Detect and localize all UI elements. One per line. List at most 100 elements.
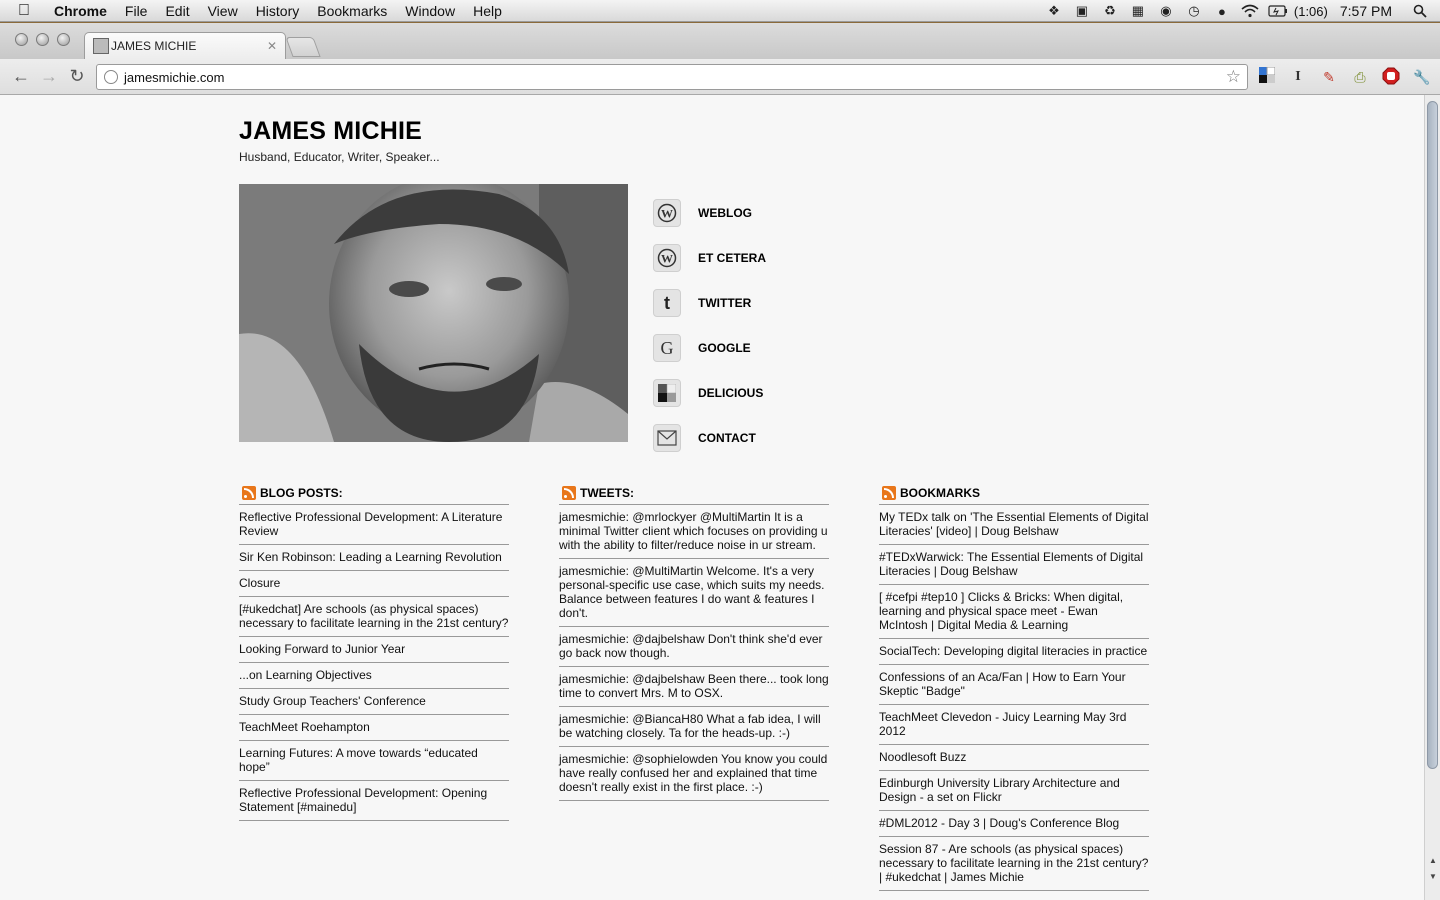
rss-feed-icon[interactable] — [562, 485, 576, 500]
blog-post-item[interactable]: Reflective Professional Development: A L… — [239, 505, 509, 545]
wifi-icon[interactable] — [1240, 3, 1260, 19]
lock-icon[interactable]: ● — [1212, 3, 1232, 19]
browser-toolbar: ← → ↻ jamesmichie.com ☆ I ✎ ⎙ 🔧 — [0, 59, 1440, 95]
menu-window[interactable]: Window — [396, 0, 464, 22]
tweet-item[interactable]: jamesmichie: @dajbelshaw Been there... t… — [559, 667, 829, 707]
blog-post-item[interactable]: Sir Ken Robinson: Leading a Learning Rev… — [239, 545, 509, 571]
apple-menu-icon[interactable]:  — [0, 2, 48, 20]
wrench-settings-icon[interactable]: 🔧 — [1412, 67, 1432, 87]
bookmark-item[interactable]: #TEDxWarwick: The Essential Elements of … — [879, 545, 1149, 585]
tab-close-icon[interactable]: ✕ — [267, 39, 277, 53]
bookmarks-column: BOOKMARKS My TEDx talk on 'The Essential… — [879, 481, 1149, 891]
wordpress-icon: W — [653, 198, 681, 227]
extension-pen-icon[interactable]: ✎ — [1319, 67, 1339, 87]
forward-arrow-icon[interactable]: → — [38, 65, 60, 87]
link-delicious[interactable]: DELICIOUS — [653, 370, 766, 415]
profile-photo — [239, 184, 628, 442]
svg-text:t: t — [664, 293, 670, 313]
blog-posts-column: BLOG POSTS: Reflective Professional Deve… — [239, 481, 509, 821]
page-scrollbar[interactable]: ▲ ▼ — [1424, 95, 1440, 900]
bookmark-item[interactable]: TeachMeet Clevedon - Juicy Learning May … — [879, 705, 1149, 745]
site-title[interactable]: JAMES MICHIE — [239, 117, 422, 146]
blog-post-item[interactable]: [#ukedchat] Are schools (as physical spa… — [239, 597, 509, 637]
window-close-button[interactable] — [15, 33, 28, 46]
tweet-item[interactable]: jamesmichie: @BiancaH80 What a fab idea,… — [559, 707, 829, 747]
broom-icon[interactable]: ♻ — [1100, 3, 1120, 19]
link-twitter[interactable]: t TWITTER — [653, 280, 766, 325]
menu-help[interactable]: Help — [464, 0, 511, 22]
blog-posts-header: BLOG POSTS: — [239, 481, 509, 505]
blog-post-item[interactable]: Closure — [239, 571, 509, 597]
tweets-column: TWEETS: jamesmichie: @mrlockyer @MultiMa… — [559, 481, 829, 801]
bookmark-star-icon[interactable]: ☆ — [1226, 67, 1241, 87]
drive-icon[interactable]: ◉ — [1156, 3, 1176, 19]
wordpress-icon: W — [653, 243, 681, 272]
tweet-item[interactable]: jamesmichie: @mrlockyer @MultiMartin It … — [559, 505, 829, 559]
blog-post-item[interactable]: Learning Futures: A move towards “educat… — [239, 741, 509, 781]
bookmark-item[interactable]: #DML2012 - Day 3 | Doug's Conference Blo… — [879, 811, 1149, 837]
blog-post-item[interactable]: Study Group Teachers' Conference — [239, 689, 509, 715]
rss-feed-icon[interactable] — [882, 485, 896, 500]
page-viewport: JAMES MICHIE Husband, Educator, Writer, … — [4, 95, 1424, 900]
display-icon[interactable]: ▣ — [1072, 3, 1092, 19]
scroll-up-arrow-icon[interactable]: ▲ — [1427, 855, 1439, 867]
scrollbar-thumb[interactable] — [1427, 101, 1438, 769]
blog-post-item[interactable]: Reflective Professional Development: Ope… — [239, 781, 509, 821]
menu-view[interactable]: View — [199, 0, 247, 22]
address-url[interactable]: jamesmichie.com — [124, 70, 224, 85]
envelope-icon — [653, 423, 681, 452]
menu-history[interactable]: History — [247, 0, 309, 22]
window-zoom-button[interactable] — [57, 33, 70, 46]
bookmark-item[interactable]: [ #cefpi #tep10 ] Clicks & Bricks: When … — [879, 585, 1149, 639]
link-weblog[interactable]: W WEBLOG — [653, 190, 766, 235]
menu-bookmarks[interactable]: Bookmarks — [308, 0, 396, 22]
bookmark-item[interactable]: My TEDx talk on 'The Essential Elements … — [879, 505, 1149, 545]
battery-icon[interactable] — [1268, 3, 1288, 19]
globe-icon — [104, 70, 118, 84]
tweets-header: TWEETS: — [559, 481, 829, 505]
bookmark-item[interactable]: Noodlesoft Buzz — [879, 745, 1149, 771]
bookmark-item[interactable]: SocialTech: Developing digital literacie… — [879, 639, 1149, 665]
new-tab-button[interactable] — [285, 37, 321, 57]
site-tagline: Husband, Educator, Writer, Speaker... — [239, 150, 440, 164]
tab-strip: JAMES MICHIE ✕ — [0, 23, 1440, 59]
link-et-cetera[interactable]: W ET CETERA — [653, 235, 766, 280]
site-favicon-icon — [93, 38, 109, 54]
tab-james-michie[interactable]: JAMES MICHIE ✕ — [84, 32, 286, 59]
menu-app-chrome[interactable]: Chrome — [48, 0, 116, 22]
scroll-down-arrow-icon[interactable]: ▼ — [1427, 871, 1439, 883]
svg-text:W: W — [661, 251, 673, 265]
blog-post-item[interactable]: Looking Forward to Junior Year — [239, 637, 509, 663]
time-machine-icon[interactable]: ◷ — [1184, 3, 1204, 19]
rss-feed-icon[interactable] — [242, 485, 256, 500]
link-contact[interactable]: CONTACT — [653, 415, 766, 460]
menubar-clock[interactable]: 7:57 PM — [1340, 3, 1392, 19]
dropbox-icon[interactable]: ❖ — [1044, 3, 1064, 19]
bookmarks-header: BOOKMARKS — [879, 481, 1149, 505]
svg-text:W: W — [661, 206, 673, 220]
blog-post-item[interactable]: TeachMeet Roehampton — [239, 715, 509, 741]
tweet-item[interactable]: jamesmichie: @dajbelshaw Don't think she… — [559, 627, 829, 667]
delicious-icon — [653, 378, 681, 407]
menu-extras-icon[interactable]: ▦ — [1128, 3, 1148, 19]
spotlight-search-icon[interactable] — [1410, 3, 1430, 19]
extension-print-icon[interactable]: ⎙ — [1350, 67, 1370, 87]
menu-edit[interactable]: Edit — [156, 0, 198, 22]
browser-window: JAMES MICHIE ✕ ← → ↻ jamesmichie.com ☆ I… — [0, 23, 1440, 900]
menu-file[interactable]: File — [116, 0, 157, 22]
window-minimize-button[interactable] — [36, 33, 49, 46]
extension-adblock-icon[interactable] — [1381, 67, 1401, 87]
bookmark-item[interactable]: Session 87 - Are schools (as physical sp… — [879, 837, 1149, 891]
address-bar[interactable]: jamesmichie.com ☆ — [96, 64, 1248, 90]
twitter-icon: t — [653, 288, 681, 317]
bookmark-item[interactable]: Confessions of an Aca/Fan | How to Earn … — [879, 665, 1149, 705]
reload-icon[interactable]: ↻ — [66, 65, 88, 87]
extension-delicious-icon[interactable] — [1257, 66, 1277, 87]
extension-instapaper-icon[interactable]: I — [1288, 67, 1308, 87]
bookmark-item[interactable]: Edinburgh University Library Architectur… — [879, 771, 1149, 811]
tweet-item[interactable]: jamesmichie: @MultiMartin Welcome. It's … — [559, 559, 829, 627]
blog-post-item[interactable]: ...on Learning Objectives — [239, 663, 509, 689]
link-google[interactable]: G GOOGLE — [653, 325, 766, 370]
tweet-item[interactable]: jamesmichie: @sophielowden You know you … — [559, 747, 829, 801]
back-arrow-icon[interactable]: ← — [10, 65, 32, 87]
